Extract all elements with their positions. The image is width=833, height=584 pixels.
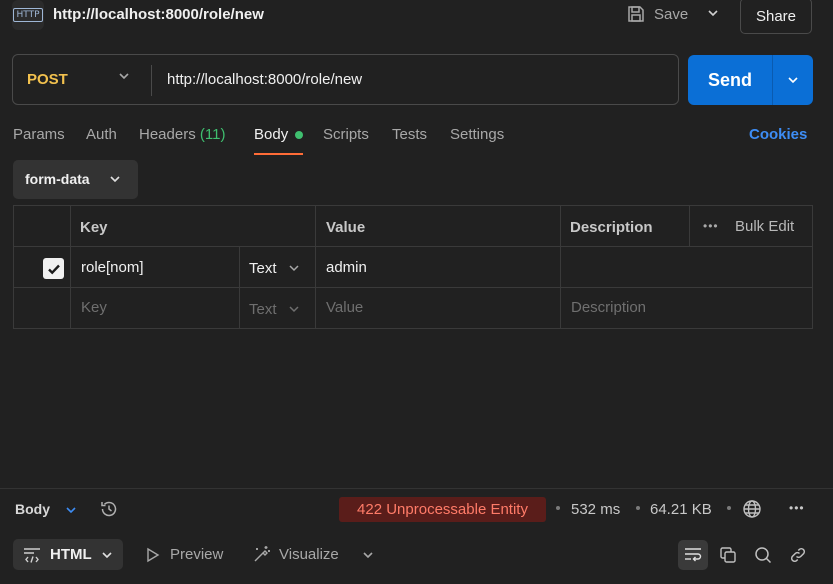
body-mode-dropdown[interactable]: form-data [13, 160, 138, 199]
table-divider [14, 246, 812, 247]
column-header-value: Value [326, 219, 366, 236]
chevron-down-icon[interactable] [287, 302, 301, 320]
cookies-link[interactable]: Cookies [749, 126, 807, 143]
status-badge[interactable]: 422 Unprocessable Entity [339, 497, 546, 522]
column-header-key: Key [80, 219, 108, 236]
response-body-dropdown[interactable]: Body [15, 501, 50, 517]
response-size[interactable]: 64.21 KB [650, 501, 712, 518]
row-key-input[interactable]: role[nom] [81, 259, 144, 276]
separator-dot [636, 506, 640, 510]
wrap-lines-icon [685, 548, 702, 562]
history-icon[interactable] [99, 499, 119, 523]
column-header-description: Description [570, 219, 653, 236]
copy-icon [720, 547, 736, 563]
table-divider [70, 206, 71, 328]
globe-icon[interactable] [742, 499, 762, 523]
preview-button[interactable]: Preview [170, 546, 223, 563]
tab-headers[interactable]: Headers (11) [139, 126, 225, 143]
url-input[interactable]: http://localhost:8000/role/new [167, 71, 362, 88]
tab-headers-label: Headers [139, 126, 196, 143]
more-horizontal-icon[interactable]: ••• [789, 501, 805, 515]
tab-body[interactable]: Body [254, 126, 288, 143]
separator-dot [727, 506, 731, 510]
method-select[interactable]: POST [27, 71, 68, 88]
tab-params[interactable]: Params [13, 126, 65, 143]
tab-auth[interactable]: Auth [86, 126, 117, 143]
send-button-group: Send [688, 55, 813, 105]
response-time[interactable]: 532 ms [571, 501, 620, 518]
url-bar: POST http://localhost:8000/role/new [12, 54, 679, 105]
separator-dot [556, 506, 560, 510]
save-button[interactable]: Save [626, 4, 688, 24]
share-button[interactable]: Share [740, 0, 812, 34]
new-type-select[interactable]: Text [249, 301, 277, 318]
wrap-lines-button[interactable] [678, 540, 708, 570]
send-button[interactable]: Send [688, 55, 772, 105]
body-mode-label: form-data [25, 171, 90, 187]
tab-settings[interactable]: Settings [450, 126, 504, 143]
new-value-input[interactable]: Value [326, 299, 363, 316]
row-value-input[interactable]: admin [326, 259, 367, 276]
save-icon [626, 4, 646, 24]
active-tab-underline [254, 153, 303, 155]
save-label: Save [654, 5, 689, 23]
chevron-down-icon[interactable] [287, 261, 301, 279]
more-horizontal-icon[interactable]: ••• [703, 219, 719, 233]
chevron-down-icon[interactable] [64, 503, 78, 521]
visualize-button[interactable]: Visualize [279, 546, 339, 563]
request-title[interactable]: http://localhost:8000/role/new [53, 6, 264, 23]
http-icon: HTTP [12, 0, 44, 30]
tab-tests[interactable]: Tests [392, 126, 427, 143]
tab-scripts[interactable]: Scripts [323, 126, 369, 143]
method-chevron-down-icon[interactable] [117, 69, 131, 87]
send-options-chevron-down-icon[interactable] [773, 55, 813, 105]
row-enabled-checkbox[interactable] [43, 258, 64, 279]
copy-link-button[interactable] [783, 540, 813, 570]
search-button[interactable] [748, 540, 778, 570]
search-icon [755, 547, 772, 564]
table-divider [239, 246, 240, 328]
body-modified-dot [295, 131, 303, 139]
new-description-input[interactable]: Description [571, 299, 646, 316]
tab-headers-count: (11) [199, 126, 226, 143]
panel-divider [0, 488, 833, 489]
table-divider [14, 287, 812, 288]
copy-button[interactable] [713, 540, 743, 570]
table-divider [560, 206, 561, 328]
code-icon [22, 546, 42, 568]
chevron-down-icon[interactable] [361, 548, 375, 566]
play-icon[interactable] [146, 547, 160, 567]
check-icon [47, 264, 60, 274]
table-divider [689, 206, 690, 246]
chevron-down-icon [100, 548, 114, 566]
chevron-down-icon [108, 172, 122, 190]
url-divider [151, 65, 152, 96]
row-type-select[interactable]: Text [249, 260, 277, 277]
link-icon [790, 547, 806, 563]
save-options-chevron-down-icon[interactable] [706, 6, 720, 23]
form-data-table: Key Value Description ••• Bulk Edit role… [13, 205, 813, 329]
visualize-icon[interactable] [252, 544, 272, 568]
response-format-label: HTML [50, 546, 92, 563]
new-key-input[interactable]: Key [81, 299, 107, 316]
bulk-edit-button[interactable]: Bulk Edit [735, 218, 794, 235]
table-divider [315, 206, 316, 328]
response-format-dropdown[interactable]: HTML [13, 539, 123, 570]
